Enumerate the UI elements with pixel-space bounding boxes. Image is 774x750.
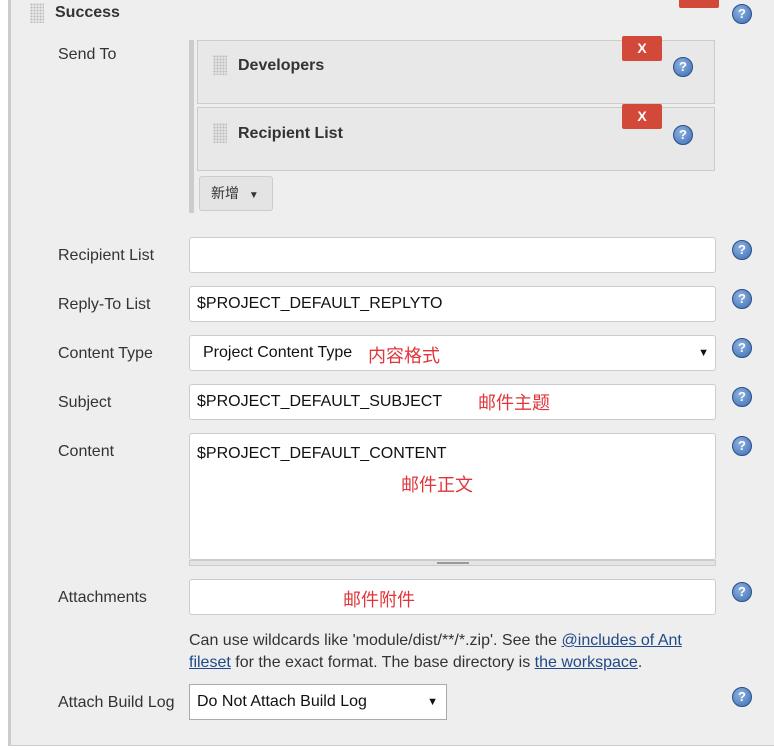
send-to-item-label: Recipient List: [238, 125, 343, 142]
attach-build-log-select[interactable]: Do Not Attach Build Log ▼: [189, 684, 447, 720]
send-to-bar: [189, 40, 194, 213]
drag-handle-icon[interactable]: [30, 3, 44, 23]
remove-developers-button[interactable]: X: [622, 36, 662, 61]
add-label: 新增: [211, 185, 239, 201]
caret-down-icon: ▼: [427, 696, 438, 708]
selected-value: Project Content Type: [203, 344, 353, 361]
help-icon[interactable]: ?: [732, 687, 752, 707]
remove-trigger-button[interactable]: [679, 0, 719, 8]
content-type-select[interactable]: Project Content Type ▼: [189, 335, 716, 371]
send-to-label: Send To: [58, 46, 117, 63]
recipient-list-input[interactable]: [189, 237, 716, 273]
section-title: Success: [55, 4, 120, 21]
annotation: 邮件附件: [343, 590, 415, 610]
help-icon[interactable]: ?: [732, 240, 752, 260]
annotation: 内容格式: [368, 346, 440, 366]
help-text: Can use wildcards like 'module/dist/**/*…: [189, 632, 562, 649]
attach-build-log-label: Attach Build Log: [58, 694, 175, 711]
add-recipient-button[interactable]: 新增 ▼: [199, 176, 273, 211]
help-icon[interactable]: ?: [732, 387, 752, 407]
send-to-item-label: Developers: [238, 57, 325, 74]
caret-down-icon: ▼: [698, 347, 709, 359]
help-icon[interactable]: ?: [673, 57, 693, 77]
content-label: Content: [58, 443, 115, 460]
attachments-help-text: Can use wildcards like 'module/dist/**/*…: [189, 630, 709, 674]
remove-recipient-list-button[interactable]: X: [622, 104, 662, 129]
help-text: for the exact format. The base directory…: [230, 654, 535, 671]
help-text: .: [637, 654, 643, 671]
annotation: 邮件正文: [401, 475, 473, 495]
textarea-resize-handle[interactable]: [189, 560, 716, 566]
reply-to-input[interactable]: $PROJECT_DEFAULT_REPLYTO: [189, 286, 716, 322]
help-icon[interactable]: ?: [732, 338, 752, 358]
attachments-label: Attachments: [58, 589, 147, 606]
subject-label: Subject: [58, 394, 112, 411]
help-icon[interactable]: ?: [732, 4, 752, 24]
recipient-list-label: Recipient List: [58, 247, 155, 264]
content-type-label: Content Type: [58, 345, 153, 362]
help-icon[interactable]: ?: [732, 436, 752, 456]
selected-value: Do Not Attach Build Log: [197, 693, 367, 710]
help-icon[interactable]: ?: [732, 289, 752, 309]
help-icon[interactable]: ?: [732, 582, 752, 602]
help-icon[interactable]: ?: [673, 125, 693, 145]
drag-handle-icon[interactable]: [213, 123, 227, 143]
drag-handle-icon[interactable]: [213, 55, 227, 75]
annotation: 邮件主题: [478, 393, 550, 413]
attachments-input[interactable]: [189, 579, 716, 615]
reply-to-label: Reply-To List: [58, 296, 151, 313]
workspace-link[interactable]: the workspace: [535, 654, 638, 671]
subject-input[interactable]: $PROJECT_DEFAULT_SUBJECT: [189, 384, 716, 420]
caret-down-icon: ▼: [248, 190, 259, 201]
